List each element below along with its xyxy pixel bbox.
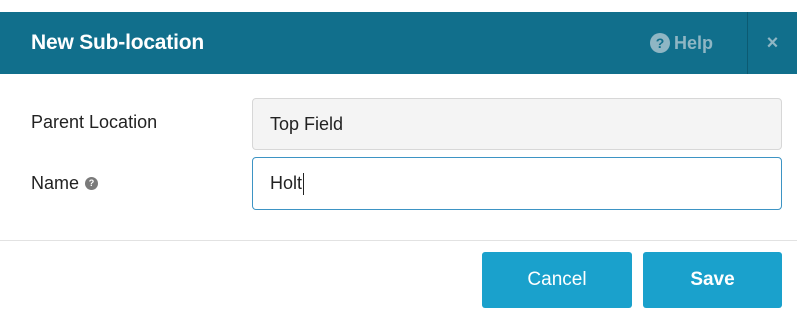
new-sub-location-dialog: New Sub-location ? Help × Parent Locatio…	[0, 0, 797, 309]
footer-divider	[0, 240, 797, 241]
help-icon: ?	[650, 33, 670, 53]
close-button[interactable]: ×	[748, 12, 797, 74]
close-icon: ×	[766, 31, 779, 54]
parent-location-value: Top Field	[270, 114, 344, 134]
name-label: Name	[31, 173, 80, 193]
cancel-button[interactable]: Cancel	[482, 252, 632, 308]
help-label: Help	[674, 32, 714, 53]
dialog-header: New Sub-location ? Help ×	[0, 12, 797, 74]
text-caret	[303, 173, 305, 196]
parent-location-label: Parent Location	[31, 112, 158, 132]
save-button[interactable]: Save	[643, 252, 782, 308]
help-link[interactable]: ? Help	[650, 12, 713, 74]
name-input-value: Holt	[270, 173, 303, 193]
name-label-group: Name ?	[31, 173, 99, 194]
dialog-title: New Sub-location	[31, 31, 204, 54]
name-input[interactable]: Holt	[252, 157, 782, 210]
info-icon[interactable]: ?	[85, 177, 99, 190]
parent-location-field: Top Field	[252, 98, 782, 150]
